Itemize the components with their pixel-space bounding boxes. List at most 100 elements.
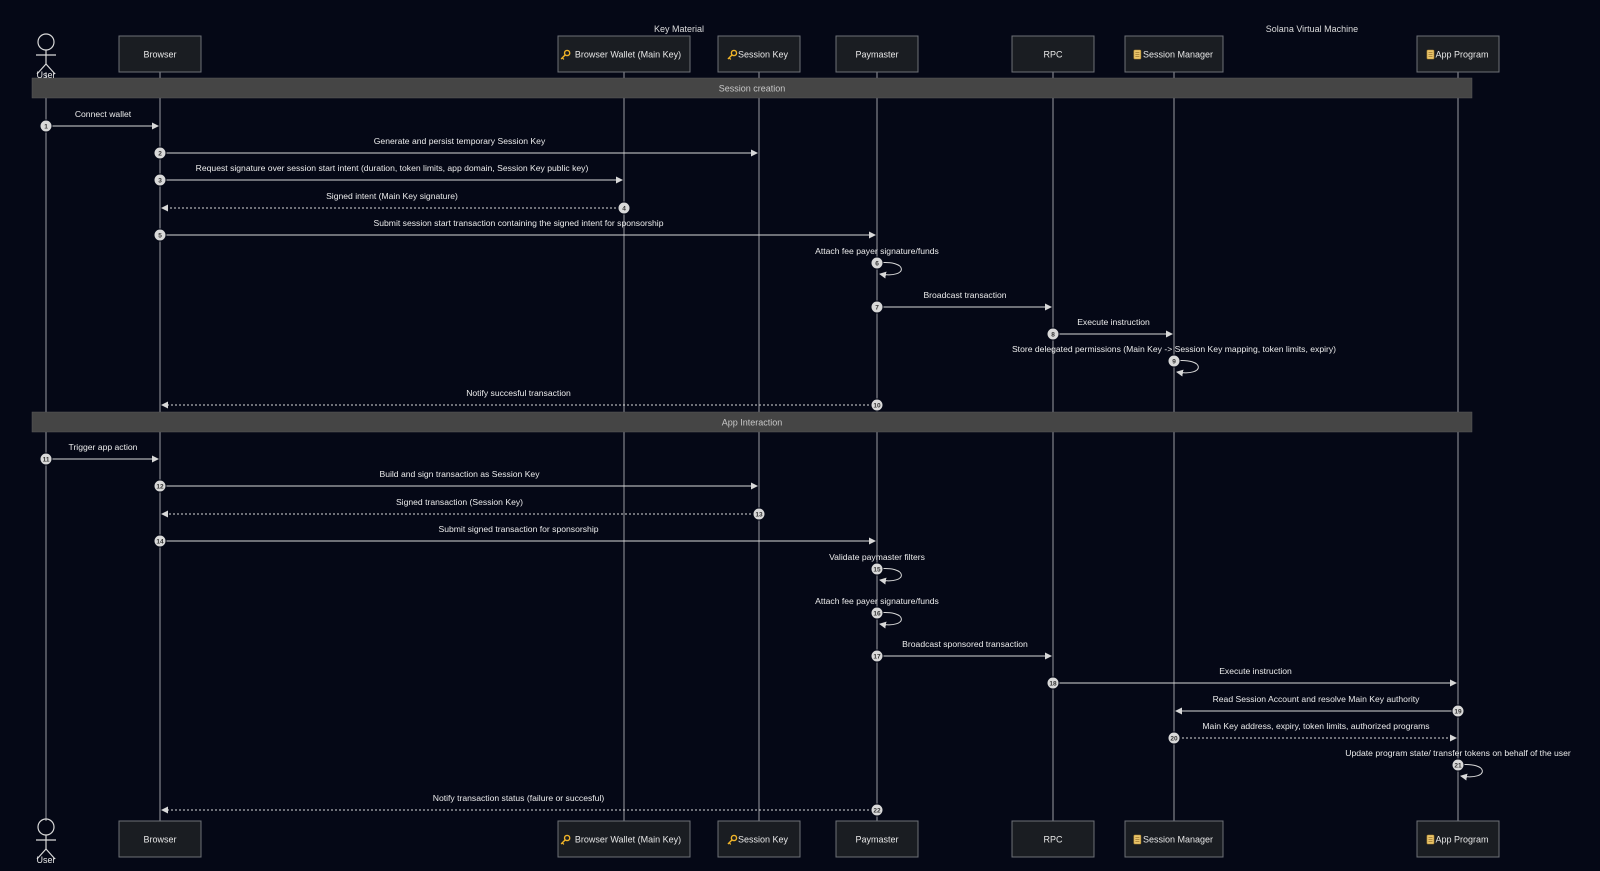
sequence-number: 14 [156, 538, 164, 545]
participant-label: Paymaster [855, 50, 898, 60]
participant-wallet-bottom: Browser Wallet (Main Key) [557, 820, 691, 858]
sequence-number: 13 [755, 511, 763, 518]
participant-browser-bottom: Browser [118, 820, 202, 858]
message-label: Submit session start transaction contain… [374, 218, 664, 228]
sequence-number: 8 [1051, 331, 1055, 338]
message-7: Broadcast transaction 7 [870, 290, 1052, 314]
section-bars: Session creation App Interaction [31, 77, 1473, 433]
participant-label: User [36, 855, 55, 865]
participant-user-top: User [36, 33, 56, 80]
message-label: Trigger app action [69, 442, 138, 452]
sequence-number: 11 [43, 456, 50, 463]
message-17: Broadcast sponsored transaction 17 [870, 639, 1052, 663]
scroll-icon [1426, 49, 1435, 60]
participant-label: Session Key [738, 50, 789, 60]
scroll-icon [1133, 834, 1142, 845]
person-icon [37, 33, 55, 51]
person-icon [37, 818, 55, 836]
message-4: Signed intent (Main Key signature) 4 [161, 191, 631, 215]
scroll-icon [1426, 834, 1435, 845]
sequence-number: 21 [1454, 762, 1462, 769]
participant-label: Session Key [738, 835, 789, 845]
participant-label: Browser Wallet (Main Key) [575, 50, 681, 60]
message-12: Build and sign transaction as Session Ke… [153, 469, 758, 493]
participant-rpc-top: RPC [1011, 35, 1095, 73]
message-label: Signed intent (Main Key signature) [326, 191, 458, 201]
message-label: Request signature over session start int… [196, 163, 589, 173]
participant-appprogram-top: App Program [1416, 35, 1500, 73]
message-2: Generate and persist temporary Session K… [153, 136, 758, 160]
participant-rpc-bottom: RPC [1011, 820, 1095, 858]
participant-user-bottom: User [36, 818, 56, 865]
message-18: Execute instruction 18 [1046, 666, 1457, 690]
message-label: Notify succesful transaction [466, 388, 571, 398]
group-label-key-material: Key Material [654, 24, 704, 34]
message-label: Read Session Account and resolve Main Ke… [1213, 694, 1421, 704]
message-14: Submit signed transaction for sponsorshi… [153, 524, 876, 548]
sequence-number: 15 [873, 566, 881, 573]
sequence-number: 1 [44, 123, 48, 130]
sequence-number: 9 [1172, 358, 1176, 365]
participant-appprogram-bottom: App Program [1416, 820, 1500, 858]
message-22: Notify transaction status (failure or su… [161, 793, 884, 817]
sequence-number: 4 [622, 205, 626, 212]
message-label: Store delegated permissions (Main Key ->… [1012, 344, 1336, 354]
message-label: Execute instruction [1219, 666, 1292, 676]
message-3: Request signature over session start int… [153, 163, 623, 187]
sequence-number: 5 [158, 232, 162, 239]
message-label: Notify transaction status (failure or su… [433, 793, 605, 803]
sequence-number: 7 [875, 304, 879, 311]
participant-sessionkey-bottom: Session Key [717, 820, 801, 858]
sequence-number: 2 [158, 150, 162, 157]
message-label: Signed transaction (Session Key) [396, 497, 523, 507]
message-11: Trigger app action 11 [39, 442, 159, 466]
sequence-number: 20 [1170, 735, 1178, 742]
participant-label: Session Manager [1143, 835, 1213, 845]
section-label: App Interaction [722, 418, 783, 428]
sequence-number: 3 [158, 177, 162, 184]
sequence-number: 10 [873, 402, 881, 409]
message-label: Attach fee payer signature/funds [815, 246, 939, 256]
group-label-svm: Solana Virtual Machine [1266, 24, 1358, 34]
participant-label: App Program [1435, 835, 1488, 845]
sequence-diagram: Key Material Solana Virtual Machine Sess… [31, 24, 1571, 865]
message-19: Read Session Account and resolve Main Ke… [1175, 694, 1465, 718]
messages: Connect wallet 1 Generate and persist temp… [39, 109, 1571, 817]
section-label: Session creation [719, 84, 786, 94]
message-label: Broadcast transaction [923, 290, 1006, 300]
participant-label: Browser [143, 50, 176, 60]
participant-label: App Program [1435, 50, 1488, 60]
message-label: Build and sign transaction as Session Ke… [379, 469, 540, 479]
message-label: Update program state/ transfer tokens on… [1345, 748, 1571, 758]
message-label: Attach fee payer signature/funds [815, 596, 939, 606]
participant-label: Browser [143, 835, 176, 845]
participants-top: User Browser Browser Wallet (Main Key) Sess… [36, 33, 1500, 80]
sequence-number: 19 [1454, 708, 1462, 715]
message-label: Main Key address, expiry, token limits, … [1202, 721, 1429, 731]
participant-paymaster-bottom: Paymaster [835, 820, 919, 858]
message-label: Connect wallet [75, 109, 132, 119]
sequence-number: 16 [873, 610, 881, 617]
sequence-number: 17 [873, 653, 881, 660]
lifelines [45, 72, 1459, 821]
participant-paymaster-top: Paymaster [835, 35, 919, 73]
participant-label: User [36, 70, 55, 80]
participant-sessionmanager-top: Session Manager [1124, 35, 1224, 73]
sequence-number: 6 [875, 260, 879, 267]
message-10: Notify succesful transaction 10 [161, 388, 884, 412]
participant-label: RPC [1043, 835, 1063, 845]
message-label: Execute instruction [1077, 317, 1150, 327]
message-13: Signed transaction (Session Key) 13 [161, 497, 766, 521]
participant-sessionkey-top: Session Key [717, 35, 801, 73]
participant-label: Paymaster [855, 835, 898, 845]
participant-sessionmanager-bottom: Session Manager [1124, 820, 1224, 858]
sequence-number: 12 [156, 483, 164, 490]
scroll-icon [1133, 49, 1142, 60]
message-5: Submit session start transaction contain… [153, 218, 876, 242]
participant-label: RPC [1043, 50, 1063, 60]
participant-label: Session Manager [1143, 50, 1213, 60]
participant-label: Browser Wallet (Main Key) [575, 835, 681, 845]
sequence-number: 22 [873, 807, 881, 814]
message-1: Connect wallet 1 [39, 109, 159, 133]
message-20: Main Key address, expiry, token limits, … [1167, 721, 1457, 745]
